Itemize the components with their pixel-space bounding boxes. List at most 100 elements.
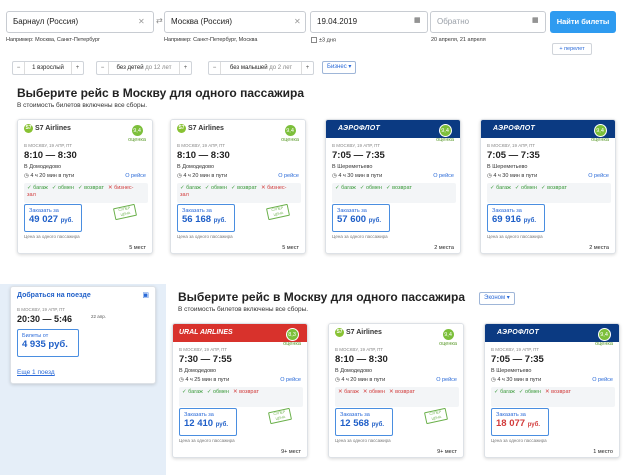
from-field[interactable]: Барнаул (Россия) xyxy=(6,11,154,33)
feature-label: обмен xyxy=(366,185,382,191)
flight-card[interactable]: S7 S7 Airlines 9,4 оценка В МОСКВУ, 19 АП… xyxy=(170,119,306,254)
plus-icon[interactable]: + xyxy=(71,62,83,74)
flight-details-link[interactable]: О рейсе xyxy=(433,173,454,179)
minus-icon[interactable]: − xyxy=(209,62,221,74)
rating-badge: 9,4 xyxy=(441,328,455,341)
feature-included: ✓ багаж xyxy=(490,185,511,191)
flight-time: 7:05 — 7:35 xyxy=(332,150,385,161)
super-price-stamp: СУПЕР ЦЕНА xyxy=(267,407,293,425)
calendar-icon[interactable]: ▦ xyxy=(414,16,421,24)
order-button[interactable]: Заказать за 69 916 руб. xyxy=(487,204,545,232)
children-counter[interactable]: − без детей до 12 лет + xyxy=(96,61,192,75)
flight-card[interactable]: АЭРОФЛОТ 9,4 оценка В МОСКВУ, 19 АПР, ПТ… xyxy=(325,119,461,254)
flight-details-link[interactable]: О рейсе xyxy=(125,173,146,179)
arrival-airport: В Домодедово xyxy=(179,368,217,374)
feature-label: возврат xyxy=(392,185,412,191)
plus-icon[interactable]: + xyxy=(301,62,313,74)
rating-label: оценка xyxy=(283,341,301,347)
clear-to-icon[interactable]: ✕ xyxy=(294,17,301,26)
flight-duration: ◷ 4 ч 30 мин в пути xyxy=(332,173,382,179)
flight-card[interactable]: АЭРОФЛОТ 9,4 оценка В МОСКВУ, 19 АПР, ПТ… xyxy=(484,323,620,458)
add-transfer-button[interactable]: + перелет xyxy=(552,43,592,55)
from-hint: Например: Москва, Санкт-Петербург xyxy=(6,37,101,43)
feature-label: возврат xyxy=(547,185,567,191)
features-list: ✓ багаж ✓ обмен ✕ возврат xyxy=(491,387,615,407)
minus-icon[interactable]: − xyxy=(97,62,109,74)
rating-badge: 8,3 xyxy=(285,328,299,341)
train-title[interactable]: Добраться на поезде xyxy=(17,292,91,299)
price-value: 69 916 xyxy=(492,214,522,225)
date-field[interactable]: 19.04.2019 xyxy=(310,11,428,33)
rating-badge: 9,4 xyxy=(597,328,611,341)
seats-left: 9+ мест xyxy=(437,449,457,455)
flight-details-link[interactable]: О рейсе xyxy=(588,173,609,179)
feature-excluded: ✕ возврат xyxy=(544,389,571,395)
price-currency: руб. xyxy=(368,218,381,224)
flight-duration: ◷ 4 ч 30 мин в пути xyxy=(491,377,541,383)
order-button[interactable]: Заказать за 12 410 руб. xyxy=(179,408,237,436)
order-button[interactable]: Заказать за 49 027 руб. xyxy=(24,204,82,232)
return-field[interactable]: Обратно xyxy=(430,11,546,33)
price-note: Цена за одного пассажира xyxy=(335,438,391,443)
feature-label: возврат xyxy=(395,389,415,395)
to-hint: Например: Санкт-Петербург, Москва xyxy=(164,37,258,43)
flight-date: В МОСКВУ, 19 АПР, ПТ xyxy=(487,143,536,148)
seats-left: 5 мест xyxy=(282,245,299,251)
feature-label: багаж xyxy=(186,185,201,191)
train-price-box[interactable]: Билеты от 4 935 руб. xyxy=(17,329,79,357)
aeroflot-logo: АЭРОФЛОТ xyxy=(493,125,536,132)
minus-icon[interactable]: − xyxy=(13,62,25,74)
flight-date: В МОСКВУ, 19 АПР, ПТ xyxy=(24,143,73,148)
feature-included: ✓ возврат xyxy=(77,185,104,191)
swap-icon[interactable]: ⇄ xyxy=(156,16,163,25)
arrival-airport: В Шереметьево xyxy=(487,164,528,170)
flight-time: 7:05 — 7:35 xyxy=(491,354,544,365)
section-title-2: Выберите рейс в Москву для одного пассаж… xyxy=(178,290,466,304)
flight-details-link[interactable]: О рейсе xyxy=(592,377,613,383)
rating-label: оценка xyxy=(595,341,613,347)
flight-details-link[interactable]: О рейсе xyxy=(278,173,299,179)
price: 57 600 руб. xyxy=(337,214,385,225)
order-button[interactable]: Заказать за 18 077 руб. xyxy=(491,408,549,436)
infants-counter[interactable]: − без малышей до 2 лет + xyxy=(208,61,314,75)
price: 56 168 руб. xyxy=(182,214,230,225)
find-tickets-button[interactable]: Найти билеты xyxy=(550,11,616,33)
flight-card[interactable]: URAL AIRLINES 8,3 оценка В МОСКВУ, 19 АП… xyxy=(172,323,308,458)
order-button[interactable]: Заказать за 12 568 руб. xyxy=(335,408,393,436)
order-button[interactable]: Заказать за 56 168 руб. xyxy=(177,204,235,232)
seats-left: 9+ мест xyxy=(281,449,301,455)
to-field[interactable]: Москва (Россия) xyxy=(164,11,306,33)
flight-card[interactable]: S7 S7 Airlines 9,4 оценка В МОСКВУ, 19 АП… xyxy=(328,323,464,458)
plus-icon[interactable]: + xyxy=(179,62,191,74)
order-button[interactable]: Заказать за 57 600 руб. xyxy=(332,204,390,232)
flight-card[interactable]: АЭРОФЛОТ 9,4 оценка В МОСКВУ, 19 АПР, ПТ… xyxy=(480,119,616,254)
flight-details-link[interactable]: О рейсе xyxy=(280,377,301,383)
feature-included: ✓ багаж xyxy=(27,185,48,191)
return-hint: 20 апреля, 21 апреля xyxy=(431,37,486,43)
flight-date: В МОСКВУ, 19 АПР, ПТ xyxy=(177,143,226,148)
clear-from-icon[interactable]: ✕ xyxy=(138,17,145,26)
class-select-2[interactable]: Эконом ▾ xyxy=(479,292,515,305)
flight-details-link[interactable]: О рейсе xyxy=(436,377,457,383)
rating-badge: 9,4 xyxy=(130,124,144,137)
feature-included: ✓ обмен xyxy=(204,185,227,191)
s7-logo: S7 S7 Airlines xyxy=(24,124,71,133)
feature-label: возврат xyxy=(237,185,257,191)
price-note: Цена за одного пассажира xyxy=(332,234,388,239)
rating-label: оценка xyxy=(439,341,457,347)
train-card[interactable]: Добраться на поезде ▣ В МОСКВУ, 19 АПР, … xyxy=(10,286,156,384)
feature-excluded: ✕ обмен xyxy=(362,389,385,395)
rating-label: оценка xyxy=(281,137,299,143)
aeroflot-logo: АЭРОФЛОТ xyxy=(497,329,540,336)
rating-badge: 9,4 xyxy=(593,124,607,137)
flight-time: 7:05 — 7:35 xyxy=(487,150,540,161)
calendar-icon[interactable]: ▦ xyxy=(532,16,539,24)
s7-logo-icon: S7 xyxy=(335,328,344,337)
duration-text: 4 ч 20 мин в пути xyxy=(183,173,228,179)
more-trains-link[interactable]: Еще 1 поезд xyxy=(17,369,55,376)
class-select[interactable]: Бизнес ▾ xyxy=(322,61,357,74)
flight-card[interactable]: S7 S7 Airlines 9,4 оценка В МОСКВУ, 19 АП… xyxy=(17,119,153,254)
adults-counter[interactable]: − 1 взрослый + xyxy=(12,61,84,75)
price-note: Цена за одного пассажира xyxy=(24,234,80,239)
plus3-checkbox[interactable]: ±3 дня xyxy=(311,37,336,43)
